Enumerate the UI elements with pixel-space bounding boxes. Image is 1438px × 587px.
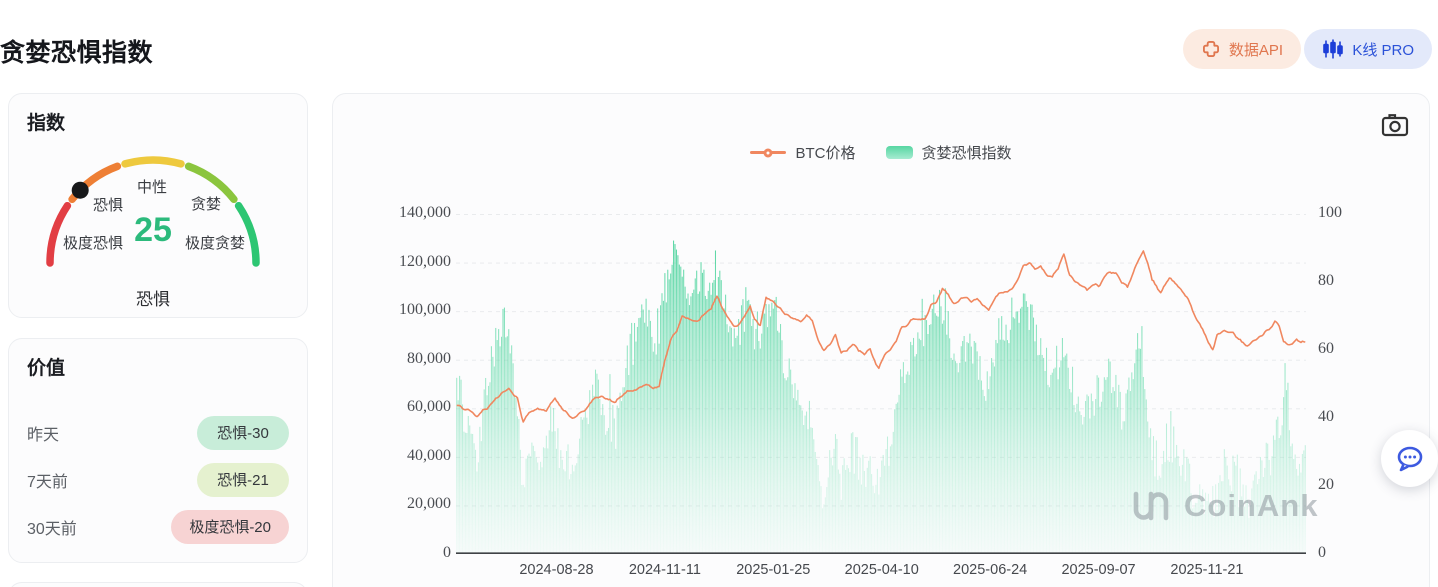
value-row-7days: 7天前 恐惧-21 bbox=[27, 456, 289, 503]
chart-card: BTC价格 贪婪恐惧指数 0 20,000 40,000 60,000 80,000 10… bbox=[332, 93, 1430, 587]
api-plus-icon bbox=[1202, 41, 1219, 57]
value-row-30days: 30天前 极度恐惧-20 bbox=[27, 503, 289, 550]
value-row-label: 30天前 bbox=[27, 520, 77, 538]
legend-label: 贪婪恐惧指数 bbox=[921, 145, 1012, 162]
index-gauge-card: 指数 极度恐惧 恐惧 中性 贪婪 极度贪婪 25 恐惧 bbox=[8, 93, 308, 318]
value-row-label: 7天前 bbox=[27, 473, 68, 491]
left-axis-tick: 100,000 bbox=[399, 301, 451, 319]
value-card: 价值 昨天 恐惧-30 7天前 恐惧-21 30天前 极度恐惧-20 bbox=[8, 338, 308, 563]
value-row-yesterday: 昨天 恐惧-30 bbox=[27, 409, 289, 456]
x-axis-tick: 2025-11-21 bbox=[1170, 562, 1244, 578]
value-badge: 恐惧-30 bbox=[197, 415, 289, 450]
gauge-pointer-dot bbox=[71, 181, 89, 199]
data-api-button[interactable]: 数据API bbox=[1182, 29, 1301, 69]
left-axis-tick: 80,000 bbox=[407, 349, 451, 367]
chat-bubble-icon bbox=[1397, 446, 1422, 471]
fear-greed-gauge: 极度恐惧 恐惧 中性 贪婪 极度贪婪 25 恐惧 bbox=[9, 94, 307, 317]
right-axis-tick: 20 bbox=[1318, 476, 1334, 493]
x-axis-tick: 2025-01-25 bbox=[736, 562, 811, 578]
gauge-arcs bbox=[46, 156, 260, 267]
x-axis-tick: 2025-06-24 bbox=[953, 562, 1028, 578]
value-badge: 恐惧-21 bbox=[197, 462, 289, 497]
right-axis-tick: 0 bbox=[1318, 544, 1326, 561]
page-title: 贪婪恐惧指数 bbox=[0, 39, 154, 67]
next-card-partial bbox=[8, 582, 308, 587]
line-legend-marker bbox=[750, 148, 787, 157]
chat-button[interactable] bbox=[1381, 430, 1438, 487]
gauge-value: 25 bbox=[134, 211, 172, 249]
data-api-label: 数据API bbox=[1228, 41, 1283, 59]
legend-label: BTC价格 bbox=[795, 145, 856, 162]
gauge-status: 恐惧 bbox=[136, 290, 170, 309]
left-axis-tick: 140,000 bbox=[399, 204, 451, 221]
right-axis-tick: 100 bbox=[1318, 204, 1342, 221]
fear-greed-chart-canvas[interactable] bbox=[456, 214, 1306, 554]
value-card-title: 价值 bbox=[27, 358, 66, 379]
x-axis-tick: 2024-11-11 bbox=[628, 562, 701, 578]
bar-legend-marker bbox=[885, 146, 913, 159]
left-axis-tick: 20,000 bbox=[407, 495, 451, 513]
right-axis-tick: 80 bbox=[1318, 272, 1334, 289]
legend-item-btc-price[interactable]: BTC价格 bbox=[750, 142, 856, 163]
left-axis-tick: 60,000 bbox=[407, 398, 451, 416]
kline-pro-button[interactable]: K线 PRO bbox=[1304, 29, 1432, 69]
screenshot-camera-icon bbox=[1381, 114, 1409, 137]
left-axis-tick: 40,000 bbox=[407, 446, 451, 464]
right-axis-tick: 40 bbox=[1318, 408, 1334, 425]
value-badge: 极度恐惧-20 bbox=[171, 509, 289, 544]
kline-pro-label: K线 PRO bbox=[1352, 41, 1414, 59]
left-axis-tick: 0 bbox=[443, 544, 451, 561]
right-axis-tick: 60 bbox=[1318, 340, 1334, 357]
chart-legend: BTC价格 贪婪恐惧指数 bbox=[333, 142, 1429, 163]
gauge-label-neutral: 中性 bbox=[137, 179, 168, 196]
left-axis-tick: 120,000 bbox=[399, 252, 451, 270]
camera-button[interactable] bbox=[1381, 112, 1411, 140]
x-axis-tick: 2025-04-10 bbox=[844, 562, 919, 578]
x-axis-tick: 2025-09-07 bbox=[1061, 562, 1136, 578]
legend-item-fear-greed-index[interactable]: 贪婪恐惧指数 bbox=[885, 142, 1012, 163]
candlestick-icon bbox=[1323, 39, 1344, 59]
value-row-label: 昨天 bbox=[27, 426, 60, 444]
x-axis-tick: 2024-08-28 bbox=[519, 562, 594, 578]
